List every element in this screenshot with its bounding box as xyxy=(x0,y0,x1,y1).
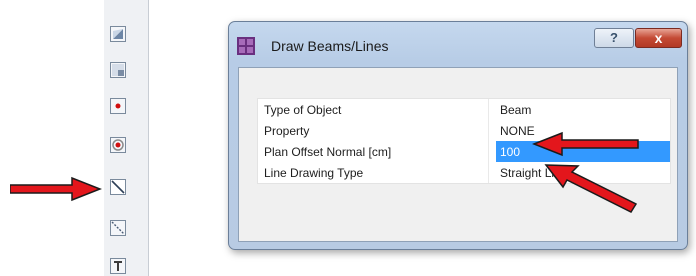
property-row-type-of-object[interactable]: Type of Object Beam xyxy=(258,99,670,120)
help-button[interactable]: ? xyxy=(594,28,634,48)
pointer-arrow-offset xyxy=(544,164,638,213)
property-label: Property xyxy=(264,124,310,138)
property-label: Plan Offset Normal [cm] xyxy=(264,145,392,159)
point-icon[interactable] xyxy=(110,98,126,114)
close-button[interactable]: x xyxy=(635,28,682,48)
dialog-app-icon xyxy=(237,37,255,55)
dialog-title: Draw Beams/Lines xyxy=(271,38,389,54)
box-shape-icon[interactable] xyxy=(110,62,126,78)
drawing-toolbar xyxy=(104,0,149,276)
text-tool-icon[interactable] xyxy=(110,258,126,274)
pointer-arrow-left xyxy=(10,176,102,202)
property-label: Type of Object xyxy=(264,103,342,117)
draw-diagonal-line-icon[interactable] xyxy=(110,220,126,236)
target-point-icon[interactable] xyxy=(110,137,126,153)
property-label: Line Drawing Type xyxy=(264,166,364,180)
surface-shape-icon[interactable] xyxy=(110,26,126,42)
draw-line-icon[interactable] xyxy=(110,179,126,195)
property-value-field[interactable]: Beam xyxy=(496,99,670,120)
pointer-arrow-property xyxy=(532,131,639,157)
